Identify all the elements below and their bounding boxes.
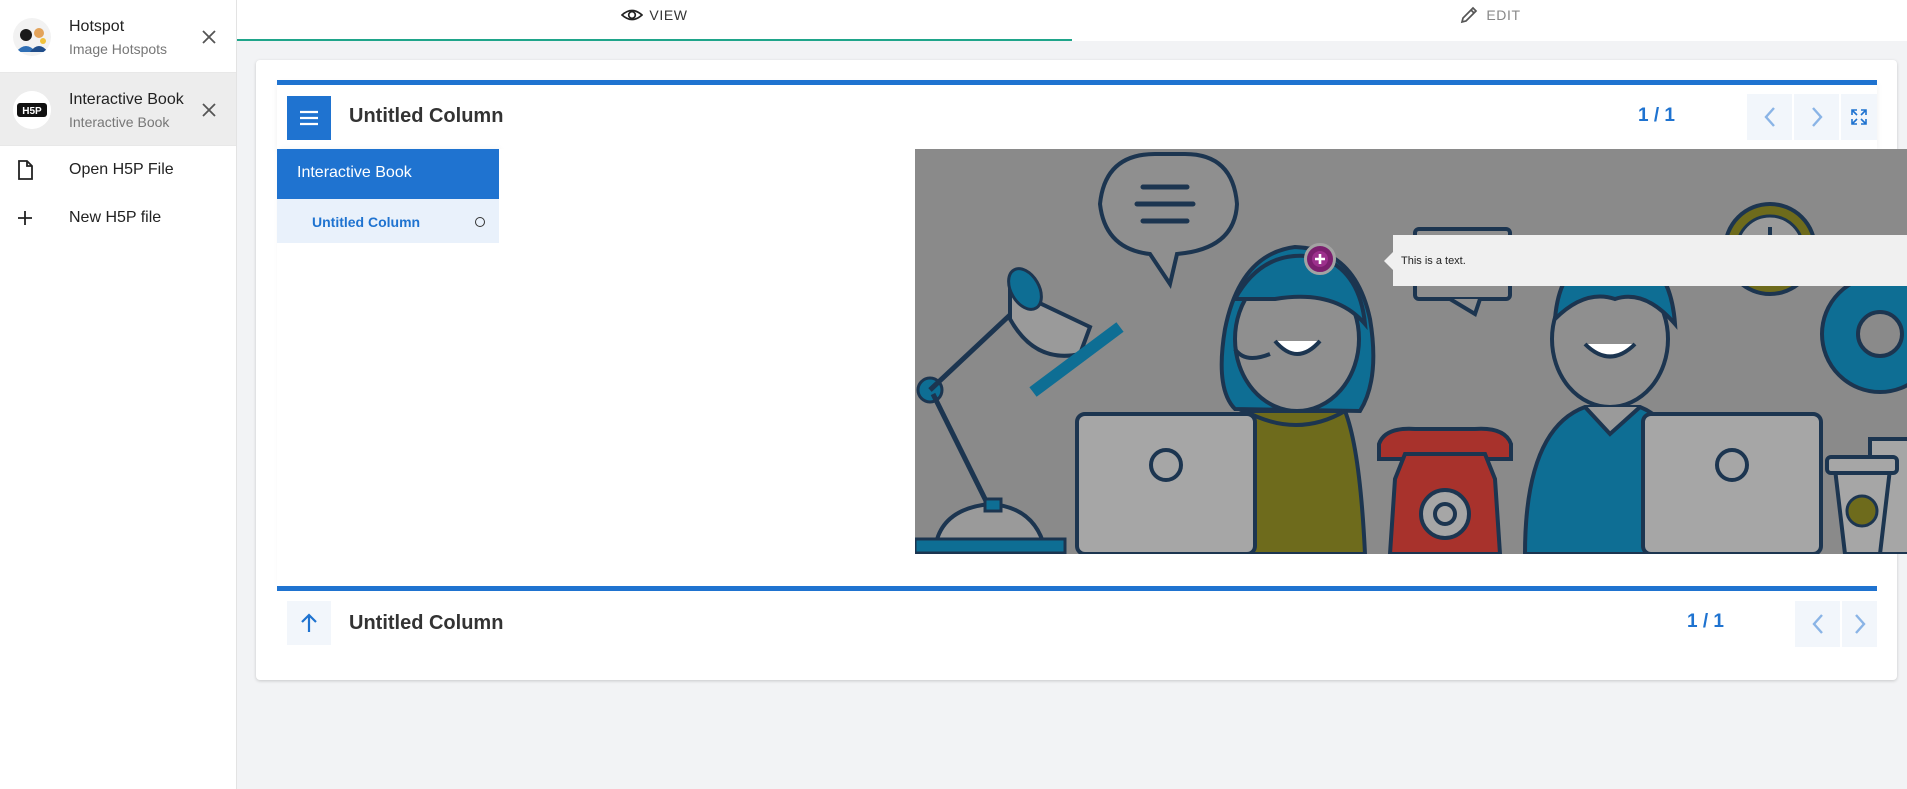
plus-icon	[14, 206, 36, 230]
previous-page-button[interactable]	[1747, 94, 1792, 140]
file-item-text: Hotspot Image Hotspots	[69, 17, 167, 59]
open-h5p-file-button[interactable]: Open H5P File	[0, 146, 236, 194]
table-of-contents: Interactive Book Untitled Column	[277, 149, 499, 586]
fullscreen-button[interactable]	[1841, 94, 1877, 140]
toc-book-title[interactable]: Interactive Book	[277, 149, 499, 199]
tab-view[interactable]: VIEW	[237, 0, 1072, 41]
close-icon	[202, 103, 216, 117]
footer-next-page-button[interactable]	[1842, 601, 1877, 647]
fullscreen-icon	[1851, 109, 1867, 125]
file-title: Hotspot	[69, 18, 125, 35]
new-h5p-file-label: New H5P file	[69, 209, 162, 226]
footer-chapter-title: Untitled Column	[349, 612, 504, 634]
book-footer: Untitled Column 1 / 1	[277, 586, 1877, 656]
progress-circle-icon	[475, 217, 485, 227]
hotspot-image	[915, 149, 1907, 554]
toc-toggle-button[interactable]	[287, 96, 331, 140]
h5p-logo-icon: H5P	[13, 91, 51, 129]
file-item-hotspot[interactable]: Hotspot Image Hotspots	[0, 0, 236, 73]
book-header: Untitled Column 1 / 1	[277, 80, 1877, 149]
new-h5p-file-button[interactable]: New H5P file	[0, 194, 236, 242]
pencil-icon	[1458, 5, 1480, 25]
chevron-right-icon	[1854, 614, 1866, 634]
file-icon	[14, 158, 36, 182]
interactive-book-card: Untitled Column 1 / 1 Interactive Book U…	[256, 60, 1907, 680]
toc-chapter-item[interactable]: Untitled Column	[277, 199, 499, 243]
chapter-content: This is a text. ×	[499, 149, 1907, 586]
eye-icon	[621, 5, 644, 25]
plus-icon	[1312, 251, 1328, 267]
tab-view-label: VIEW	[649, 7, 688, 23]
mode-tabs: VIEW EDIT	[237, 0, 1907, 41]
tab-edit[interactable]: EDIT	[1072, 0, 1907, 41]
menu-icon	[300, 110, 318, 126]
svg-text:H5P: H5P	[22, 106, 42, 117]
hotspot-content-icon	[13, 18, 51, 56]
toc-chapter-label: Untitled Column	[312, 214, 421, 230]
close-file-button[interactable]	[197, 98, 221, 122]
open-h5p-file-label: Open H5P File	[69, 161, 174, 178]
close-icon	[202, 30, 216, 44]
hotspot-popup: This is a text. ×	[1384, 235, 1907, 286]
file-item-interactive-book[interactable]: H5P Interactive Book Interactive Book	[0, 73, 236, 146]
file-item-text: Interactive Book Interactive Book	[69, 90, 184, 132]
file-subtitle: Interactive Book	[69, 114, 170, 130]
tab-edit-label: EDIT	[1486, 7, 1521, 23]
sidebar: Hotspot Image Hotspots H5P Interactive B…	[0, 0, 237, 789]
footer-page-counter: 1 / 1	[1687, 611, 1724, 632]
arrow-up-icon	[301, 613, 317, 632]
file-subtitle: Image Hotspots	[69, 41, 168, 57]
file-title: Interactive Book	[69, 91, 184, 108]
page-counter: 1 / 1	[1638, 105, 1675, 126]
footer-previous-page-button[interactable]	[1795, 601, 1840, 647]
chevron-left-icon	[1763, 107, 1775, 127]
close-file-button[interactable]	[197, 25, 221, 49]
chevron-left-icon	[1811, 614, 1823, 634]
chapter-title: Untitled Column	[349, 105, 504, 127]
popup-arrow	[1384, 252, 1393, 270]
chevron-right-icon	[1811, 107, 1823, 127]
scroll-top-button[interactable]	[287, 601, 331, 645]
next-page-button[interactable]	[1794, 94, 1839, 140]
popup-text: This is a text.	[1401, 255, 1466, 267]
hotspot-button[interactable]	[1304, 243, 1336, 275]
